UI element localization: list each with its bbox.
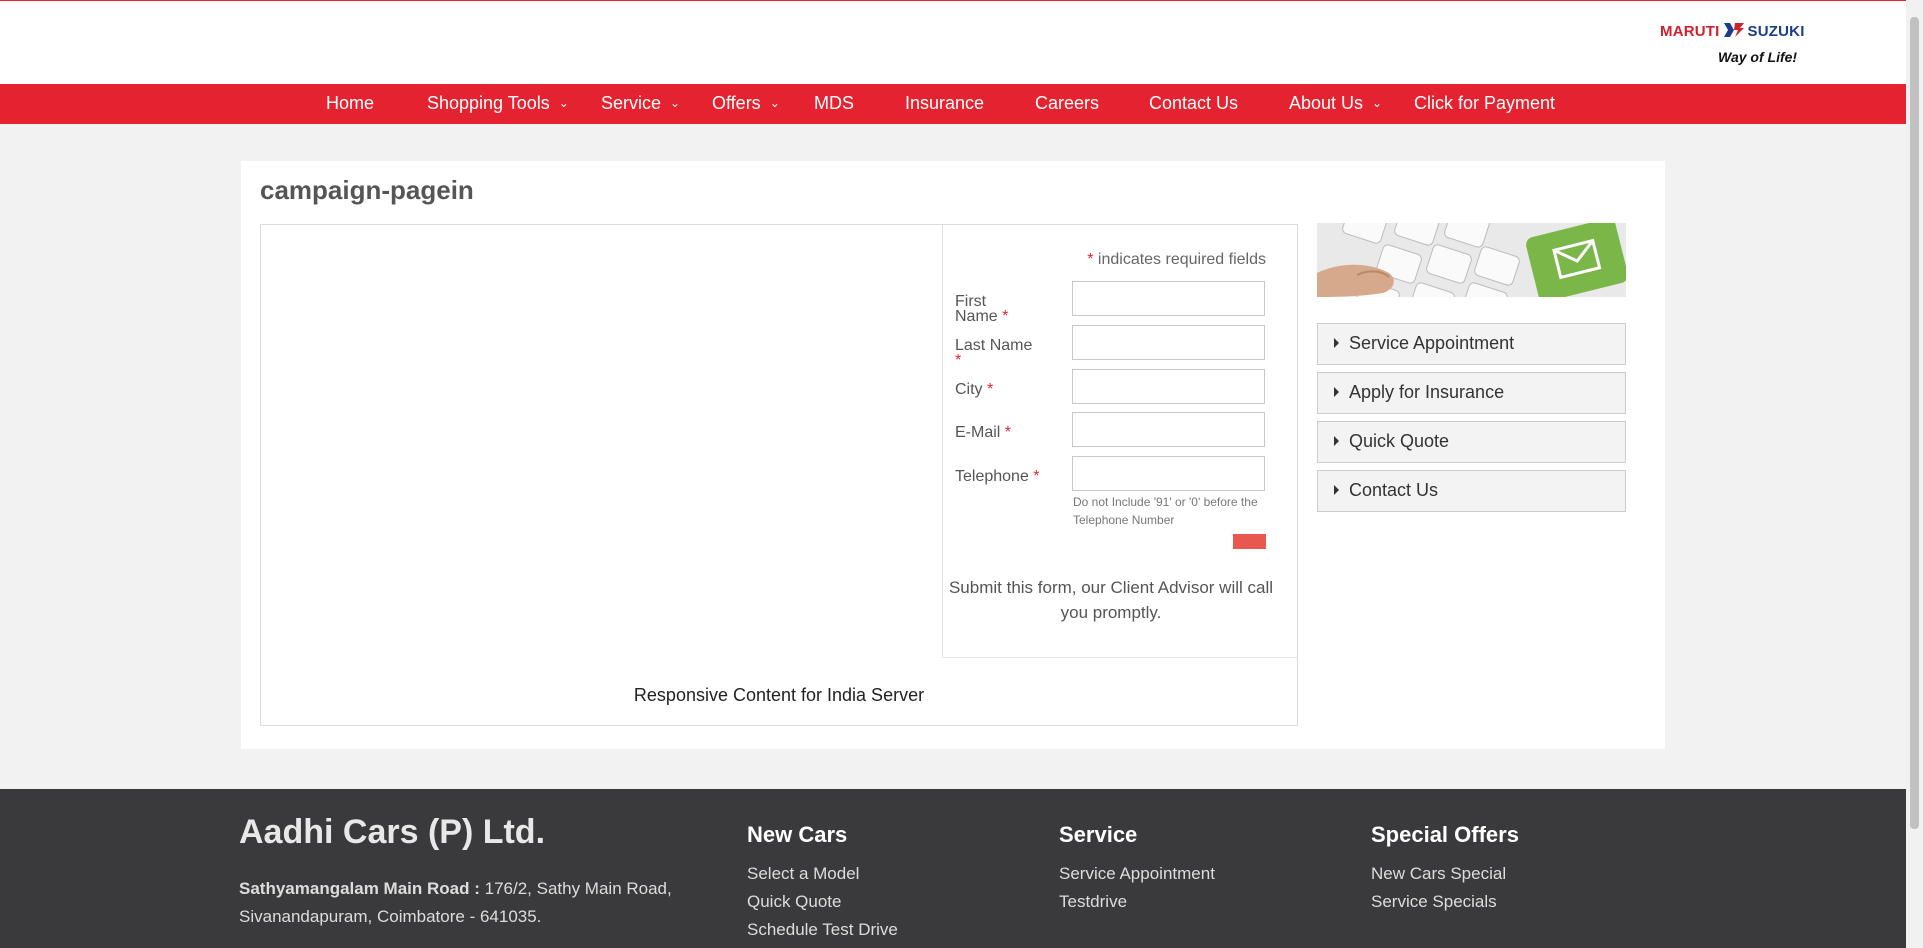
telephone-input[interactable] [1072, 456, 1265, 491]
email-input[interactable] [1072, 412, 1265, 447]
sidebar-link-contact-us[interactable]: Contact Us [1317, 470, 1626, 512]
nav-item-label: Insurance [905, 93, 985, 113]
nav-item-label: Contact Us [1149, 93, 1239, 113]
suzuki-s-mark-icon [1723, 23, 1744, 37]
campaign-content-box: * indicates required fields First Name * … [260, 224, 1298, 726]
footer-link-select-a-model[interactable]: Select a Model [747, 860, 898, 888]
sidebar-link-label: Contact Us [1349, 480, 1439, 500]
chevron-down-icon: ⌄ [769, 96, 780, 110]
first-name-label-line2: Name [955, 308, 998, 325]
footer-heading: New Cars [747, 822, 848, 847]
nav-item-label: MDS [814, 93, 854, 113]
nav-item-label: Service [601, 93, 662, 113]
footer-column-new-cars: New Cars Select a Model Quick Quote Sche… [747, 822, 898, 944]
footer-address: Sathyamangalam Main Road : 176/2, Sathy … [239, 875, 709, 931]
footer-link-service-specials[interactable]: Service Specials [1371, 888, 1519, 916]
nav-item-service[interactable]: Service ⌄ [601, 84, 680, 124]
caret-right-icon [1334, 387, 1339, 397]
nav-item-label: Careers [1035, 93, 1100, 113]
first-name-input[interactable] [1072, 281, 1265, 316]
nav-item-home[interactable]: Home [326, 84, 374, 124]
enquiry-form: * indicates required fields First Name * … [942, 225, 1298, 658]
logo-brand-right: SUZUKI [1747, 23, 1805, 40]
nav-item-label: Home [326, 93, 375, 113]
required-star: * [1033, 468, 1040, 485]
nav-item-careers[interactable]: Careers [1035, 84, 1099, 124]
nav-item-label: Offers [712, 93, 761, 113]
site-footer: Aadhi Cars (P) Ltd. Sathyamangalam Main … [0, 789, 1906, 948]
footer-link-service-appointment[interactable]: Service Appointment [1059, 860, 1215, 888]
nav-item-insurance[interactable]: Insurance [905, 84, 984, 124]
footer-column-special-offers: Special Offers New Cars Special Service … [1371, 822, 1519, 916]
sidebar-link-quick-quote[interactable]: Quick Quote [1317, 421, 1626, 463]
advisor-message: Submit this form, our Client Advisor wil… [948, 578, 1274, 622]
telephone-label-text: Telephone [955, 468, 1029, 485]
required-star: * [1087, 251, 1094, 268]
required-star: * [987, 381, 994, 398]
telephone-hint: Do not Include '91' or '0' before the Te… [1073, 495, 1258, 527]
city-label-text: City [955, 381, 983, 398]
caret-right-icon [1334, 436, 1339, 446]
responsive-content-text: Responsive Content for India Server [633, 685, 925, 705]
nav-item-shopping-tools[interactable]: Shopping Tools ⌄ [427, 84, 569, 124]
sidebar-link-label: Apply for Insurance [1349, 382, 1505, 402]
last-name-input[interactable] [1072, 325, 1265, 360]
required-note-text: indicates required fields [1097, 251, 1266, 268]
required-star: * [955, 352, 962, 369]
envelope-keypad-image [1317, 223, 1626, 297]
required-star: * [1004, 424, 1012, 441]
nav-item-click-for-payment[interactable]: Click for Payment [1414, 84, 1555, 124]
maruti-suzuki-logo[interactable]: MARUTI SUZUKI Way of Life! [1660, 19, 1846, 69]
nav-item-mds[interactable]: MDS [814, 84, 854, 124]
footer-link-quick-quote[interactable]: Quick Quote [747, 888, 898, 916]
sidebar-link-label: Service Appointment [1349, 333, 1515, 353]
telephone-label: Telephone * [955, 468, 1040, 485]
footer-link-schedule-test-drive[interactable]: Schedule Test Drive [747, 916, 898, 944]
scrollbar-thumb[interactable] [1910, 17, 1919, 829]
footer-link-new-cars-special[interactable]: New Cars Special [1371, 860, 1519, 888]
caret-right-icon [1334, 338, 1339, 348]
page-title: campaign-pagein [260, 175, 474, 205]
footer-column-service: Service Service Appointment Testdrive [1059, 822, 1215, 916]
required-star: * [1002, 308, 1009, 325]
email-label-text: E-Mail [955, 424, 1001, 441]
chevron-down-icon: ⌄ [670, 96, 681, 110]
caret-right-icon [1334, 485, 1339, 495]
city-input[interactable] [1072, 369, 1265, 404]
first-name-label: First Name * [955, 294, 1009, 325]
logo-tagline: Way of Life! [1718, 49, 1798, 65]
main-navigation: Home Shopping Tools ⌄ Service ⌄ Offers ⌄ MD… [0, 84, 1906, 124]
required-fields-note: * indicates required fields [1087, 251, 1266, 269]
email-label: E-Mail * [955, 424, 1012, 441]
last-name-label: Last Name * [955, 337, 1033, 369]
logo-brand-left: MARUTI [1660, 23, 1720, 40]
page-scrollbar[interactable] [1906, 0, 1923, 948]
nav-item-label: Shopping Tools [427, 93, 550, 113]
sidebar-link-service-appointment[interactable]: Service Appointment [1317, 323, 1626, 365]
footer-company-name: Aadhi Cars (P) Ltd. [239, 813, 546, 851]
nav-item-contact-us[interactable]: Contact Us [1149, 84, 1238, 124]
chevron-down-icon: ⌄ [558, 96, 569, 110]
logo-wordmark: MARUTI SUZUKI [1660, 21, 1805, 40]
footer-link-testdrive[interactable]: Testdrive [1059, 888, 1215, 916]
last-name-label-text: Last Name [955, 337, 1033, 354]
chevron-down-icon: ⌄ [1372, 96, 1383, 110]
nav-item-offers[interactable]: Offers ⌄ [712, 84, 780, 124]
nav-item-about-us[interactable]: About Us ⌄ [1289, 84, 1382, 124]
keypad-illustration [1317, 223, 1626, 297]
city-label: City * [955, 381, 994, 398]
footer-heading: Service [1059, 822, 1138, 847]
footer-heading: Special Offers [1371, 822, 1519, 847]
submit-button[interactable] [1233, 534, 1266, 549]
footer-address-road: Sathyamangalam Main Road : [239, 879, 480, 898]
nav-item-label: Click for Payment [1414, 93, 1556, 113]
nav-item-label: About Us [1289, 93, 1364, 113]
site-header: MARUTI SUZUKI Way of Life! [0, 1, 1906, 84]
main-panel: campaign-pagein * indicates required fie… [241, 161, 1665, 749]
sidebar-link-label: Quick Quote [1349, 431, 1450, 451]
sidebar-link-apply-for-insurance[interactable]: Apply for Insurance [1317, 372, 1626, 414]
